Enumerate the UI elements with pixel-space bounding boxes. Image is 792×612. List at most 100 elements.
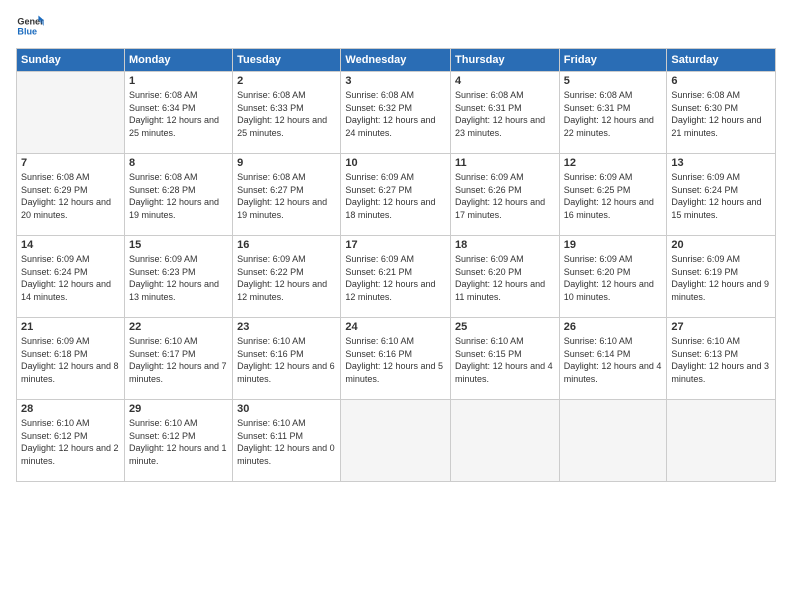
day-info: Sunrise: 6:08 AMSunset: 6:31 PMDaylight:… — [455, 89, 555, 139]
calendar-cell: 27 Sunrise: 6:10 AMSunset: 6:13 PMDayligh… — [667, 318, 776, 400]
day-number: 14 — [21, 239, 120, 251]
day-info: Sunrise: 6:09 AMSunset: 6:27 PMDaylight:… — [345, 171, 446, 221]
day-info: Sunrise: 6:08 AMSunset: 6:31 PMDaylight:… — [564, 89, 663, 139]
day-number: 20 — [671, 239, 771, 251]
calendar-cell: 8 Sunrise: 6:08 AMSunset: 6:28 PMDaylight… — [124, 154, 232, 236]
day-info: Sunrise: 6:09 AMSunset: 6:20 PMDaylight:… — [455, 253, 555, 303]
weekday-header: Saturday — [667, 49, 776, 72]
calendar-cell: 12 Sunrise: 6:09 AMSunset: 6:25 PMDayligh… — [559, 154, 667, 236]
calendar-cell: 11 Sunrise: 6:09 AMSunset: 6:26 PMDayligh… — [451, 154, 560, 236]
calendar-cell: 26 Sunrise: 6:10 AMSunset: 6:14 PMDayligh… — [559, 318, 667, 400]
calendar-cell — [341, 400, 451, 482]
calendar-cell: 18Sunrise: 6:09 AMSunset: 6:20 PMDayligh… — [451, 236, 560, 318]
day-number: 3 — [345, 75, 446, 87]
day-info: Sunrise: 6:08 AMSunset: 6:30 PMDaylight:… — [671, 89, 771, 139]
day-info: Sunrise: 6:10 AMSunset: 6:13 PMDaylight:… — [671, 335, 771, 385]
day-info: Sunrise: 6:08 AMSunset: 6:33 PMDaylight:… — [237, 89, 336, 139]
day-number: 27 — [671, 321, 771, 333]
day-info: Sunrise: 6:10 AMSunset: 6:12 PMDaylight:… — [21, 417, 120, 467]
calendar-cell: 15 Sunrise: 6:09 AMSunset: 6:23 PMDayligh… — [124, 236, 232, 318]
calendar-cell — [667, 400, 776, 482]
day-number: 11 — [455, 157, 555, 169]
calendar-cell — [17, 72, 125, 154]
day-info: Sunrise: 6:09 AMSunset: 6:21 PMDaylight:… — [345, 253, 446, 303]
day-info: Sunrise: 6:09 AMSunset: 6:19 PMDaylight:… — [671, 253, 771, 303]
calendar-cell: 6 Sunrise: 6:08 AMSunset: 6:30 PMDaylight… — [667, 72, 776, 154]
day-info: Sunrise: 6:09 AMSunset: 6:23 PMDaylight:… — [129, 253, 228, 303]
calendar-cell: 19Sunrise: 6:09 AMSunset: 6:20 PMDayligh… — [559, 236, 667, 318]
day-info: Sunrise: 6:09 AMSunset: 6:20 PMDaylight:… — [564, 253, 663, 303]
day-info: Sunrise: 6:09 AMSunset: 6:18 PMDaylight:… — [21, 335, 120, 385]
weekday-header: Thursday — [451, 49, 560, 72]
day-number: 21 — [21, 321, 120, 333]
day-info: Sunrise: 6:08 AMSunset: 6:34 PMDaylight:… — [129, 89, 228, 139]
calendar-cell: 1 Sunrise: 6:08 AMSunset: 6:34 PMDaylight… — [124, 72, 232, 154]
day-number: 8 — [129, 157, 228, 169]
day-info: Sunrise: 6:08 AMSunset: 6:28 PMDaylight:… — [129, 171, 228, 221]
day-number: 9 — [237, 157, 336, 169]
day-info: Sunrise: 6:10 AMSunset: 6:17 PMDaylight:… — [129, 335, 228, 385]
day-number: 28 — [21, 403, 120, 415]
day-info: Sunrise: 6:10 AMSunset: 6:16 PMDaylight:… — [345, 335, 446, 385]
calendar-cell: 20 Sunrise: 6:09 AMSunset: 6:19 PMDayligh… — [667, 236, 776, 318]
day-info: Sunrise: 6:10 AMSunset: 6:15 PMDaylight:… — [455, 335, 555, 385]
day-info: Sunrise: 6:10 AMSunset: 6:16 PMDaylight:… — [237, 335, 336, 385]
day-number: 7 — [21, 157, 120, 169]
page: General Blue SundayMondayTuesdayWednesda… — [0, 0, 792, 612]
day-info: Sunrise: 6:08 AMSunset: 6:29 PMDaylight:… — [21, 171, 120, 221]
day-info: Sunrise: 6:09 AMSunset: 6:24 PMDaylight:… — [671, 171, 771, 221]
day-number: 30 — [237, 403, 336, 415]
day-info: Sunrise: 6:10 AMSunset: 6:11 PMDaylight:… — [237, 417, 336, 467]
calendar-cell: 28 Sunrise: 6:10 AMSunset: 6:12 PMDayligh… — [17, 400, 125, 482]
calendar-cell: 3 Sunrise: 6:08 AMSunset: 6:32 PMDaylight… — [341, 72, 451, 154]
svg-text:Blue: Blue — [17, 26, 37, 36]
calendar-cell: 16 Sunrise: 6:09 AMSunset: 6:22 PMDayligh… — [233, 236, 341, 318]
day-info: Sunrise: 6:10 AMSunset: 6:14 PMDaylight:… — [564, 335, 663, 385]
calendar-cell: 2 Sunrise: 6:08 AMSunset: 6:33 PMDaylight… — [233, 72, 341, 154]
calendar-cell: 5Sunrise: 6:08 AMSunset: 6:31 PMDaylight… — [559, 72, 667, 154]
day-info: Sunrise: 6:09 AMSunset: 6:22 PMDaylight:… — [237, 253, 336, 303]
day-info: Sunrise: 6:08 AMSunset: 6:32 PMDaylight:… — [345, 89, 446, 139]
day-number: 22 — [129, 321, 228, 333]
day-info: Sunrise: 6:09 AMSunset: 6:26 PMDaylight:… — [455, 171, 555, 221]
weekday-header: Sunday — [17, 49, 125, 72]
day-number: 17 — [345, 239, 446, 251]
calendar-cell: 30 Sunrise: 6:10 AMSunset: 6:11 PMDayligh… — [233, 400, 341, 482]
day-number: 6 — [671, 75, 771, 87]
day-info: Sunrise: 6:09 AMSunset: 6:24 PMDaylight:… — [21, 253, 120, 303]
calendar-cell: 25Sunrise: 6:10 AMSunset: 6:15 PMDayligh… — [451, 318, 560, 400]
calendar-cell: 29 Sunrise: 6:10 AMSunset: 6:12 PMDayligh… — [124, 400, 232, 482]
calendar-cell: 10 Sunrise: 6:09 AMSunset: 6:27 PMDayligh… — [341, 154, 451, 236]
day-number: 13 — [671, 157, 771, 169]
day-info: Sunrise: 6:09 AMSunset: 6:25 PMDaylight:… — [564, 171, 663, 221]
weekday-header: Friday — [559, 49, 667, 72]
day-number: 26 — [564, 321, 663, 333]
calendar-cell: 23 Sunrise: 6:10 AMSunset: 6:16 PMDayligh… — [233, 318, 341, 400]
calendar: SundayMondayTuesdayWednesdayThursdayFrid… — [16, 48, 776, 482]
day-info: Sunrise: 6:08 AMSunset: 6:27 PMDaylight:… — [237, 171, 336, 221]
calendar-cell: 14 Sunrise: 6:09 AMSunset: 6:24 PMDayligh… — [17, 236, 125, 318]
day-number: 2 — [237, 75, 336, 87]
day-number: 12 — [564, 157, 663, 169]
day-number: 1 — [129, 75, 228, 87]
day-number: 29 — [129, 403, 228, 415]
day-number: 23 — [237, 321, 336, 333]
day-number: 24 — [345, 321, 446, 333]
day-number: 15 — [129, 239, 228, 251]
calendar-cell: 22 Sunrise: 6:10 AMSunset: 6:17 PMDayligh… — [124, 318, 232, 400]
weekday-header: Monday — [124, 49, 232, 72]
calendar-cell: 13 Sunrise: 6:09 AMSunset: 6:24 PMDayligh… — [667, 154, 776, 236]
calendar-cell: 7 Sunrise: 6:08 AMSunset: 6:29 PMDaylight… — [17, 154, 125, 236]
calendar-cell: 4 Sunrise: 6:08 AMSunset: 6:31 PMDaylight… — [451, 72, 560, 154]
logo-icon: General Blue — [16, 12, 44, 40]
day-info: Sunrise: 6:10 AMSunset: 6:12 PMDaylight:… — [129, 417, 228, 467]
calendar-cell: 21 Sunrise: 6:09 AMSunset: 6:18 PMDayligh… — [17, 318, 125, 400]
weekday-header: Wednesday — [341, 49, 451, 72]
header: General Blue — [16, 12, 776, 40]
day-number: 4 — [455, 75, 555, 87]
day-number: 10 — [345, 157, 446, 169]
calendar-cell: 9 Sunrise: 6:08 AMSunset: 6:27 PMDaylight… — [233, 154, 341, 236]
calendar-cell — [451, 400, 560, 482]
calendar-cell — [559, 400, 667, 482]
day-number: 16 — [237, 239, 336, 251]
